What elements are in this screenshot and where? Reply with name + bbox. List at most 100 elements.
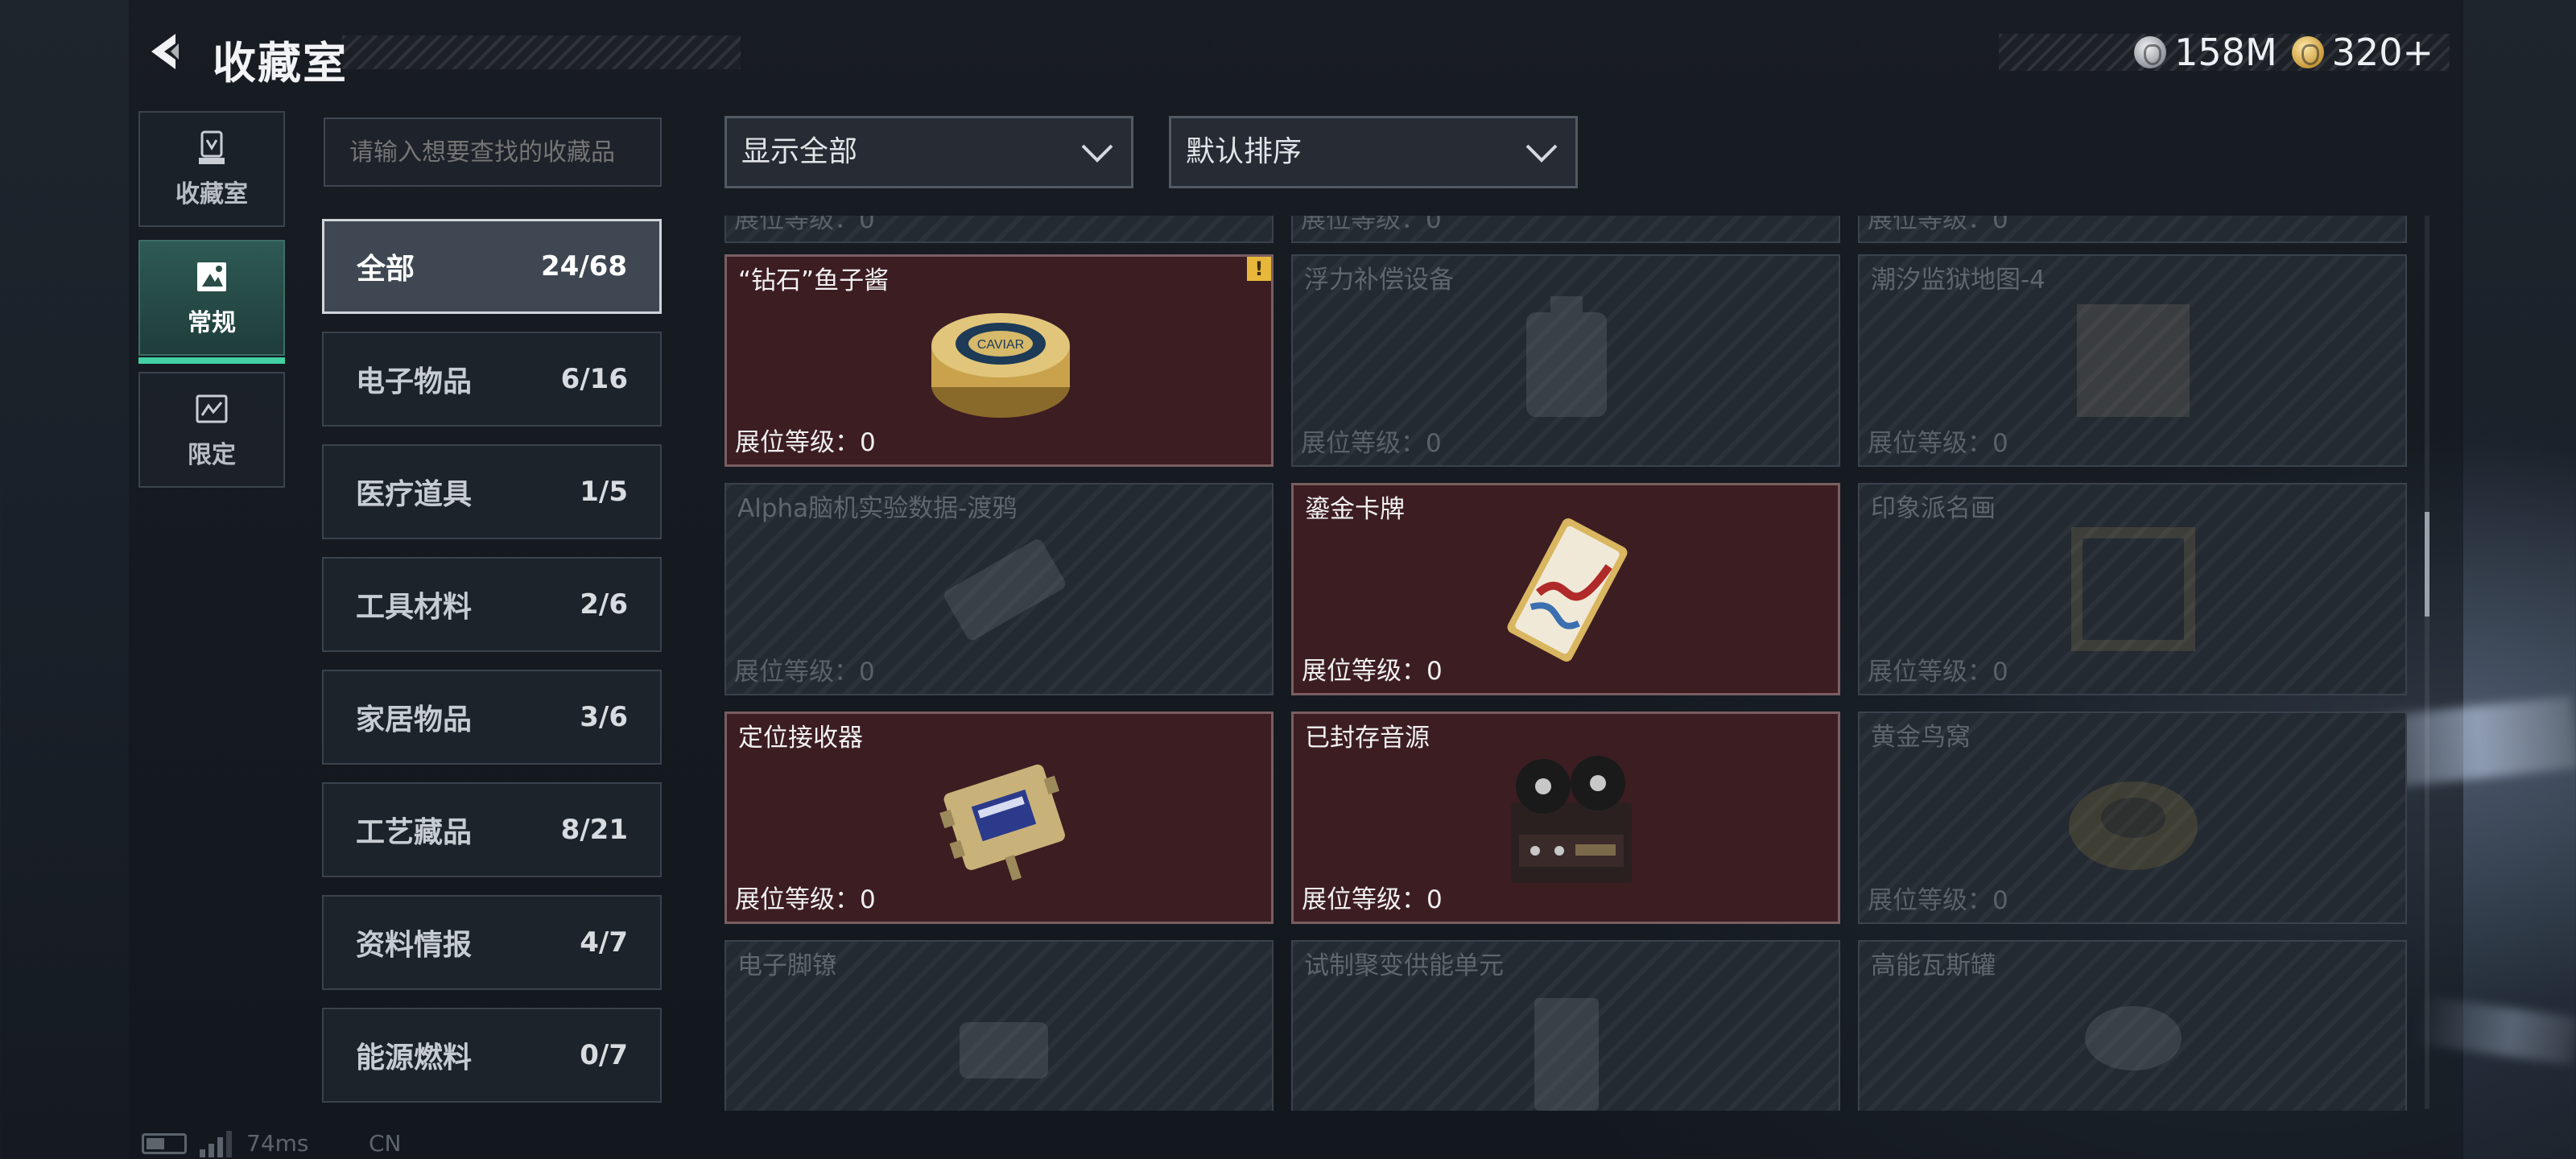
card-name: 试制聚变供能单元 — [1304, 951, 1504, 980]
card-level: 展位等级：0 — [734, 658, 875, 687]
header: 收藏室 158M 320+ — [137, 24, 2455, 89]
category-name: 工具材料 — [356, 591, 473, 624]
collection-card-alpha-data[interactable]: Alpha脑机实验数据-渡鸦 展位等级：0 — [724, 483, 1274, 695]
ping-text: 74ms — [246, 1130, 309, 1157]
currency-value: 158M — [2174, 31, 2277, 74]
ankle-monitor-icon — [960, 1022, 1048, 1079]
collection-card-ankle-monitor[interactable]: 电子脚镣 — [724, 940, 1274, 1111]
card-level: 展位等级：0 — [1868, 216, 2008, 234]
category-name: 医疗道具 — [356, 478, 473, 511]
category-count: 24/68 — [540, 250, 627, 283]
category-intel[interactable]: 资料情报 4/7 — [322, 895, 662, 990]
collection-card-fusion-unit[interactable]: 试制聚变供能单元 — [1291, 940, 1840, 1111]
collection-card-painting[interactable]: 印象派名画 展位等级：0 — [1858, 483, 2407, 695]
category-electronics[interactable]: 电子物品 6/16 — [322, 332, 662, 427]
sort-dropdown[interactable]: 默认排序 — [1169, 116, 1578, 188]
category-count: 8/21 — [560, 814, 628, 846]
currency-bar: 158M 320+ — [1999, 31, 2450, 74]
card-name: “钻石”鱼子酱 — [738, 266, 890, 295]
nav-tab-regular[interactable]: 常规 — [138, 240, 285, 364]
nav-tab-collection-room[interactable]: 收藏室 — [138, 111, 285, 227]
collection-card-buoyancy[interactable]: 浮力补偿设备 展位等级：0 — [1291, 254, 1840, 467]
gold-coin-icon — [2291, 36, 2324, 68]
display-filter-value: 显示全部 — [741, 135, 858, 168]
chevron-down-icon — [1525, 144, 1558, 163]
display-filter-dropdown[interactable]: 显示全部 — [724, 116, 1133, 188]
card-level: 展位等级：0 — [1301, 216, 1442, 234]
map-icon — [2077, 304, 2190, 417]
card-name: 印象派名画 — [1871, 494, 1996, 523]
currency-silver[interactable]: 158M — [2134, 31, 2277, 74]
collection-card-gilded-card[interactable]: 鎏金卡牌 展位等级：0 — [1291, 483, 1840, 695]
collection-card[interactable]: 展位等级：0 — [1858, 216, 2407, 243]
fusion-unit-icon — [1534, 998, 1599, 1111]
title-decoration — [342, 35, 741, 69]
svg-text:CAVIAR: CAVIAR — [977, 338, 1024, 352]
caviar-tin-icon: CAVIAR — [931, 313, 1070, 418]
category-name: 家居物品 — [356, 703, 473, 736]
nav-tab-limited[interactable]: 限定 — [138, 372, 285, 488]
search-input[interactable] — [324, 118, 662, 187]
card-level: 展位等级：0 — [1868, 429, 2008, 458]
data-drive-icon — [943, 539, 1066, 641]
page-title: 收藏室 — [213, 38, 348, 89]
category-energy[interactable]: 能源燃料 0/7 — [322, 1008, 662, 1103]
chevron-down-icon — [1081, 144, 1113, 163]
trophy-icon — [199, 130, 225, 164]
card-name: 已封存音源 — [1305, 724, 1430, 753]
category-name: 工艺藏品 — [356, 816, 473, 849]
collection-card-gas-canister[interactable]: 高能瓦斯罐 — [1858, 940, 2407, 1111]
painting-icon — [2071, 527, 2195, 651]
card-level: 展位等级：0 — [735, 428, 876, 457]
limited-collection-icon — [196, 394, 228, 423]
signal-icon — [200, 1131, 232, 1157]
new-alert-badge: ! — [1247, 257, 1271, 281]
category-count: 6/16 — [560, 363, 628, 395]
category-count: 2/6 — [580, 588, 628, 621]
collection-card-locator[interactable]: 定位接收器 展位等级：0 — [724, 711, 1274, 924]
card-name: 高能瓦斯罐 — [1871, 951, 1996, 980]
sort-value: 默认排序 — [1186, 135, 1302, 168]
card-name: 浮力补偿设备 — [1304, 266, 1454, 295]
golden-nest-icon — [2069, 782, 2198, 870]
card-name: 潮汐监狱地图-4 — [1871, 266, 2046, 295]
collection-card-tide-map[interactable]: 潮汐监狱地图-4 展位等级：0 — [1858, 254, 2407, 467]
category-count: 4/7 — [580, 926, 628, 959]
collection-card-golden-nest[interactable]: 黄金鸟窝 展位等级：0 — [1858, 711, 2407, 924]
nav-tab-label: 收藏室 — [175, 180, 248, 208]
category-count: 0/7 — [580, 1039, 628, 1071]
category-household[interactable]: 家居物品 3/6 — [322, 670, 662, 765]
collection-card[interactable]: 展位等级：0 — [724, 216, 1274, 243]
currency-gold[interactable]: 320+ — [2291, 31, 2434, 74]
currency-value: 320+ — [2331, 31, 2434, 74]
category-count: 3/6 — [580, 701, 628, 733]
card-level: 展位等级：0 — [1868, 658, 2008, 687]
back-arrow-icon[interactable] — [143, 29, 188, 74]
category-name: 全部 — [357, 253, 415, 286]
gilded-card-icon — [1507, 518, 1628, 662]
collection-card[interactable]: 展位等级：0 — [1291, 216, 1840, 243]
category-name: 能源燃料 — [356, 1041, 473, 1074]
category-all[interactable]: 全部 24/68 — [322, 219, 662, 314]
card-level: 展位等级：0 — [1868, 886, 2008, 915]
collection-card-reel-recorder[interactable]: 已封存音源 展位等级：0 — [1291, 711, 1840, 924]
scrollbar-thumb[interactable] — [2425, 512, 2429, 617]
collection-card-caviar[interactable]: “钻石”鱼子酱 ! CAVIAR 展位等级：0 — [724, 254, 1274, 467]
silver-coin-icon — [2134, 36, 2167, 68]
grid-scrollbar[interactable] — [2425, 216, 2429, 1109]
category-tools[interactable]: 工具材料 2/6 — [322, 557, 662, 652]
reel-tape-recorder-icon — [1511, 756, 1632, 883]
card-level: 展位等级：0 — [735, 885, 876, 914]
nav-tab-label: 常规 — [188, 309, 236, 337]
category-count: 1/5 — [580, 476, 628, 508]
category-name: 电子物品 — [356, 365, 473, 398]
card-name: 定位接收器 — [738, 724, 863, 753]
card-level: 展位等级：0 — [734, 216, 875, 234]
card-level: 展位等级：0 — [1302, 657, 1443, 686]
nav-tab-label: 限定 — [188, 441, 236, 469]
gas-canister-icon — [2085, 1006, 2182, 1070]
category-medical[interactable]: 医疗道具 1/5 — [322, 444, 662, 539]
category-crafts[interactable]: 工艺藏品 8/21 — [322, 782, 662, 877]
regular-collection-icon — [197, 262, 226, 291]
buoyancy-device-icon — [1526, 296, 1607, 417]
